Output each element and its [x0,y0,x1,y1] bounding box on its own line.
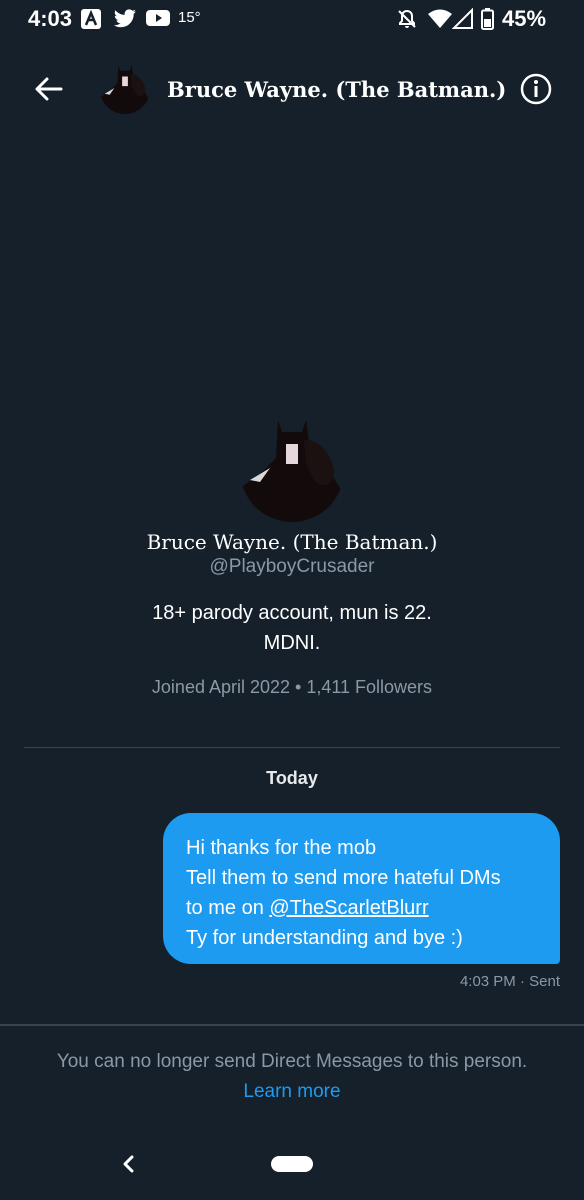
nav-back-icon[interactable] [120,1152,138,1176]
signal-icon [452,8,473,29]
arrow-left-icon[interactable] [34,76,64,102]
mention-link[interactable]: @TheScarletBlurr [269,897,428,919]
date-separator: Today [266,768,318,788]
learn-more-link[interactable]: Learn more [0,1081,584,1103]
status-time: 4:03 [28,6,73,31]
message-text: to me on [186,897,270,919]
twitter-icon [114,9,136,28]
info-icon[interactable] [520,73,552,105]
profile-name[interactable]: Bruce Wayne. (The Batman.) [0,530,584,554]
battery-icon [481,8,494,30]
profile-meta: Joined April 2022 • 1,411 Followers [151,677,433,697]
battery-percent: 45% [502,6,547,31]
profile-avatar[interactable] [240,418,344,522]
profile-handle[interactable]: @PlayboyCrusader [0,556,584,578]
divider [0,1024,584,1026]
notifications-off-icon [398,9,416,28]
message-line: Ty for understanding and bye :) [186,927,463,949]
profile-bio-line: 18+ parody account, mun is 22. [152,602,432,624]
message-line: to me on @TheScarletBlurr [186,893,550,923]
a-app-icon [81,9,101,29]
status-temperature: 15° [178,9,201,26]
message-bubble[interactable]: Hi thanks for the mob Tell them to send … [163,813,560,964]
nav-home-pill[interactable] [271,1156,313,1172]
batman-avatar-image [100,64,150,114]
profile-bio: 18+ parody account, mun is 22. MDNI. [0,598,584,658]
message-timestamp: 4:03 PM · Sent [459,973,560,990]
message-line: Tell them to send more hateful DMs [186,867,501,889]
message-line: Hi thanks for the mob [186,837,377,859]
batman-avatar-image [240,418,344,522]
divider [24,747,560,748]
avatar[interactable] [100,64,150,114]
status-bar: 4:03 15° 45% [0,0,584,40]
conversation-title[interactable]: Bruce Wayne. (The Batman.) [167,77,506,102]
profile-bio-line: MDNI. [263,632,321,654]
youtube-icon [146,10,170,26]
wifi-icon [428,9,452,28]
dm-restricted-notice: You can no longer send Direct Messages t… [56,1051,528,1072]
